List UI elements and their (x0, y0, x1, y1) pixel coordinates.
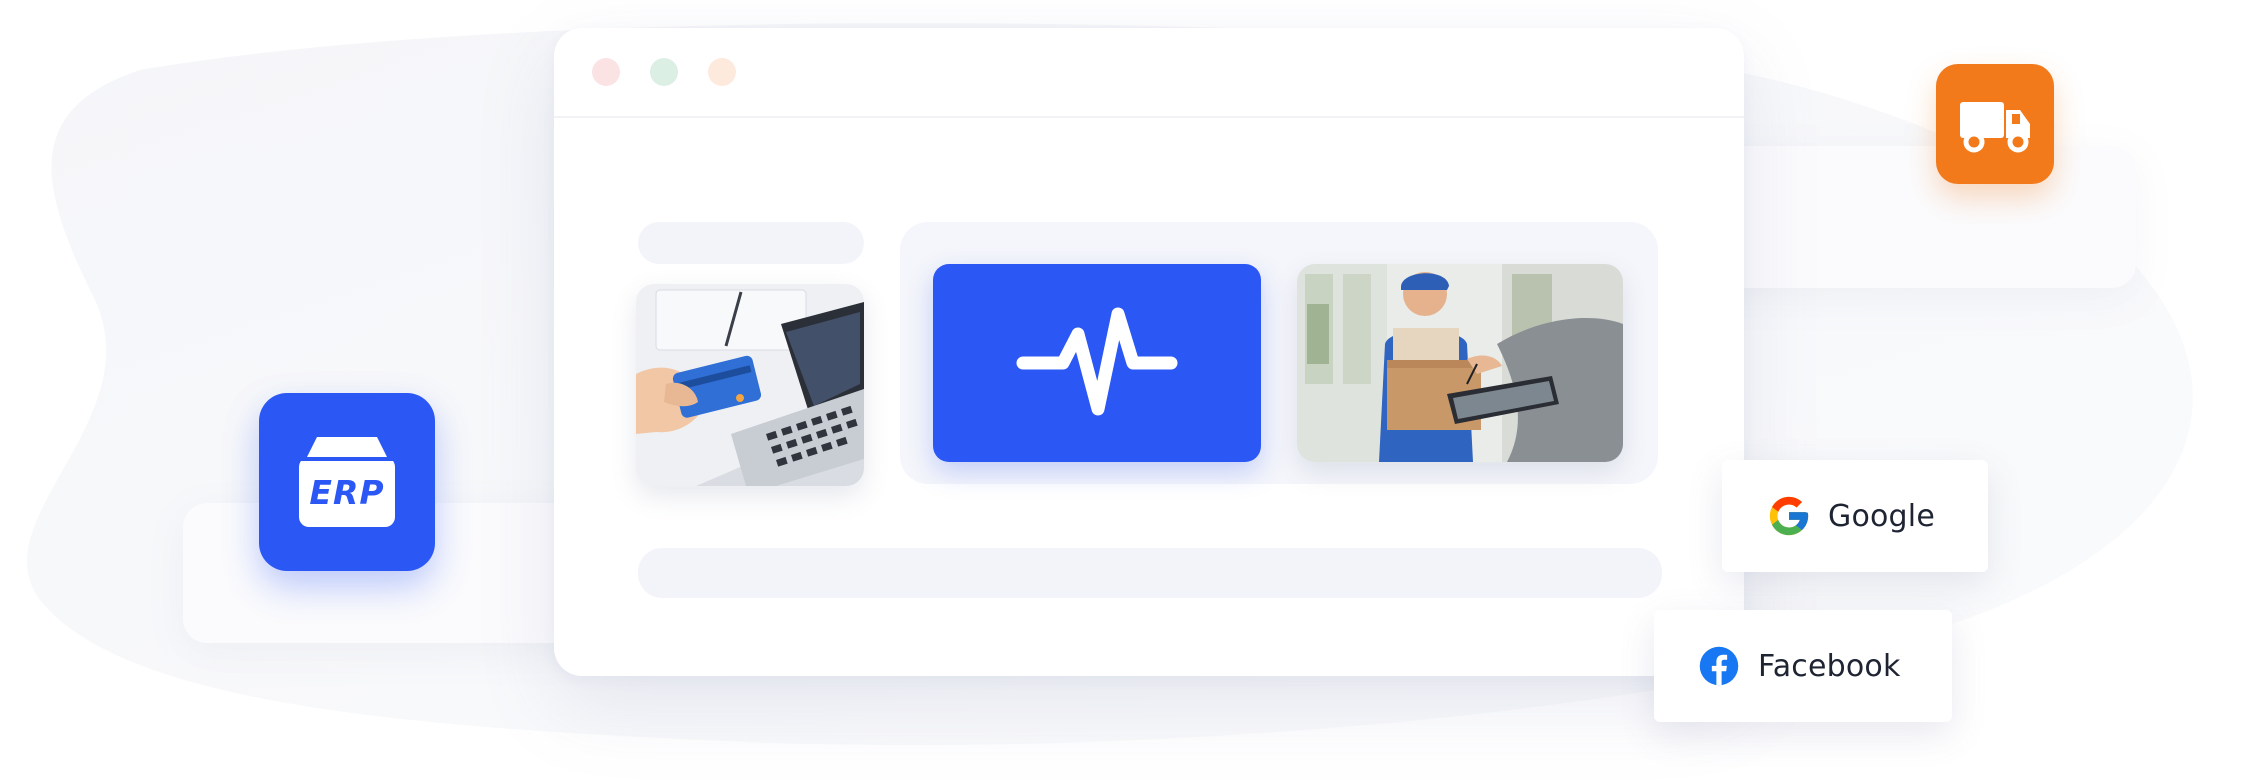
facebook-label: Facebook (1758, 648, 1901, 684)
facebook-integration-card[interactable]: Facebook (1654, 610, 1952, 722)
google-label: Google (1828, 498, 1935, 534)
card-payment-photo (636, 284, 864, 486)
right-side-panel (1680, 146, 2136, 288)
erp-badge-label: ERP (309, 473, 385, 512)
facebook-logo-icon (1699, 646, 1739, 686)
google-integration-card[interactable]: Google (1722, 460, 1988, 572)
placeholder-footer-bar (638, 548, 1662, 598)
minimize-dot[interactable] (650, 58, 678, 86)
placeholder-title-bar (638, 222, 864, 264)
illustration-stage: ERP Google Facebook (0, 0, 2260, 779)
delivery-truck-icon (1960, 102, 2030, 153)
courier-delivery-photo (1297, 264, 1623, 462)
shipping-badge[interactable] (1936, 64, 2054, 184)
close-dot[interactable] (592, 58, 620, 86)
erp-badge[interactable]: ERP (259, 393, 435, 571)
browser-title-bar (554, 28, 1744, 118)
google-logo-icon (1769, 496, 1809, 536)
heartbeat-icon (1016, 307, 1178, 416)
activity-pulse-card[interactable] (933, 264, 1261, 462)
zoom-dot[interactable] (708, 58, 736, 86)
